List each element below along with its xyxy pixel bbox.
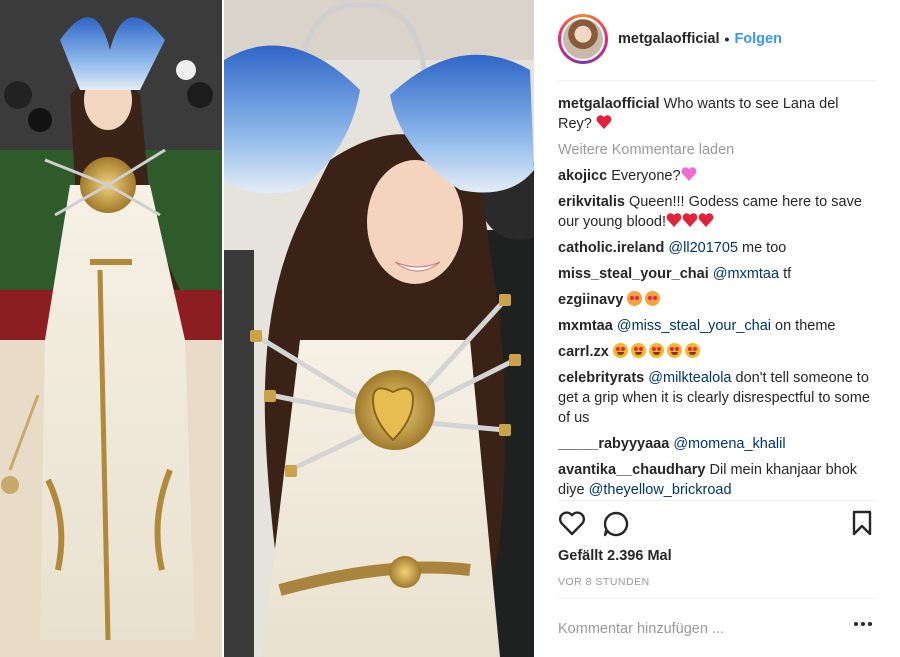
comment-icon[interactable] [602,510,630,538]
header-separator: • [724,31,730,47]
comments-list[interactable]: metgalaofficial Who wants to see Lana de… [558,94,876,500]
mention-link[interactable]: @mxmtaa [713,266,779,282]
comment-username[interactable]: catholic.ireland [558,240,664,256]
red-heart-icon [666,213,682,227]
comment-text: Everyone? [611,168,681,184]
comment-username[interactable]: erikvitalis [558,194,625,210]
load-more-comments[interactable]: Weitere Kommentare laden [558,140,876,160]
avatar[interactable] [558,14,608,64]
action-bar [558,510,876,540]
comment: ezgiinavy [558,290,876,310]
red-heart-icon [698,213,714,227]
comment-username[interactable]: carrl.zx [558,344,609,360]
comment-input[interactable] [558,621,838,637]
heart-eyes-icon [612,343,628,358]
post-photo[interactable] [0,0,534,657]
comment-text: tf [779,266,792,282]
comment: mxmtaa @miss_steal_your_chai on theme [558,316,876,336]
comment-username[interactable]: miss_steal_your_chai [558,266,709,282]
red-heart-icon [682,213,698,227]
mention-link[interactable]: @milktealola [648,370,731,386]
heart-icon[interactable] [558,510,586,536]
post-timestamp: VOR 8 STUNDEN [558,576,650,588]
bookmark-icon[interactable] [850,510,874,536]
mention-link[interactable]: @miss_steal_your_chai [617,318,771,334]
comment: akojicc Everyone? [558,166,876,186]
comment: miss_steal_your_chai @mxmtaa tf [558,264,876,284]
heart-eyes-cat-icon [645,291,661,306]
likes-count[interactable]: Gefällt 2.396 Mal [558,548,672,564]
mention-link[interactable]: @ll201705 [668,240,738,256]
comment-username[interactable]: ezgiinavy [558,292,623,308]
comment: catholic.ireland @ll201705 me too [558,238,876,258]
heart-eyes-icon [666,343,682,358]
comment: _____rabyyyaaa @momena_khalil [558,434,876,454]
comment-username[interactable]: metgalaofficial [558,96,660,112]
instagram-post: metgalaofficial • Folgen metgalaofficial… [0,0,900,657]
comment-text: me too [737,240,787,256]
comment-username[interactable]: mxmtaa [558,318,613,334]
avatar-image [561,17,605,61]
comment: celebrityrats @milktealola don't tell so… [558,368,876,428]
heart-eyes-icon [630,343,646,358]
comment-username[interactable]: celebrityrats [558,370,644,386]
divider [558,598,876,599]
caption: metgalaofficial Who wants to see Lana de… [558,94,876,134]
heart-eyes-cat-icon [627,291,643,306]
post-sidebar: metgalaofficial • Folgen metgalaofficial… [534,0,900,657]
photo-collage [0,0,534,657]
follow-button[interactable]: Folgen [734,31,782,47]
header-username[interactable]: metgalaofficial [618,31,720,47]
more-options-icon[interactable] [854,622,872,626]
mention-link[interactable]: @momena_khalil [673,436,785,452]
pink-heart-icon [681,167,696,181]
comment: erikvitalis Queen!!! Godess came here to… [558,192,876,232]
red-heart-icon [596,115,612,129]
heart-eyes-icon [684,343,700,358]
comment-username[interactable]: avantika__chaudhary [558,462,706,478]
add-comment-bar [558,612,876,646]
divider [558,500,876,501]
comment: avantika__chaudhary Dil mein khanjaar bh… [558,460,876,500]
divider [558,80,876,81]
post-header: metgalaofficial • Folgen [558,12,876,66]
comment-username[interactable]: _____rabyyyaaa [558,436,669,452]
mention-link[interactable]: @theyellow_brickroad [589,482,732,498]
comment: carrl.zx [558,342,876,362]
comment-text: on theme [771,318,836,334]
heart-eyes-icon [648,343,664,358]
comment-username[interactable]: akojicc [558,168,607,184]
